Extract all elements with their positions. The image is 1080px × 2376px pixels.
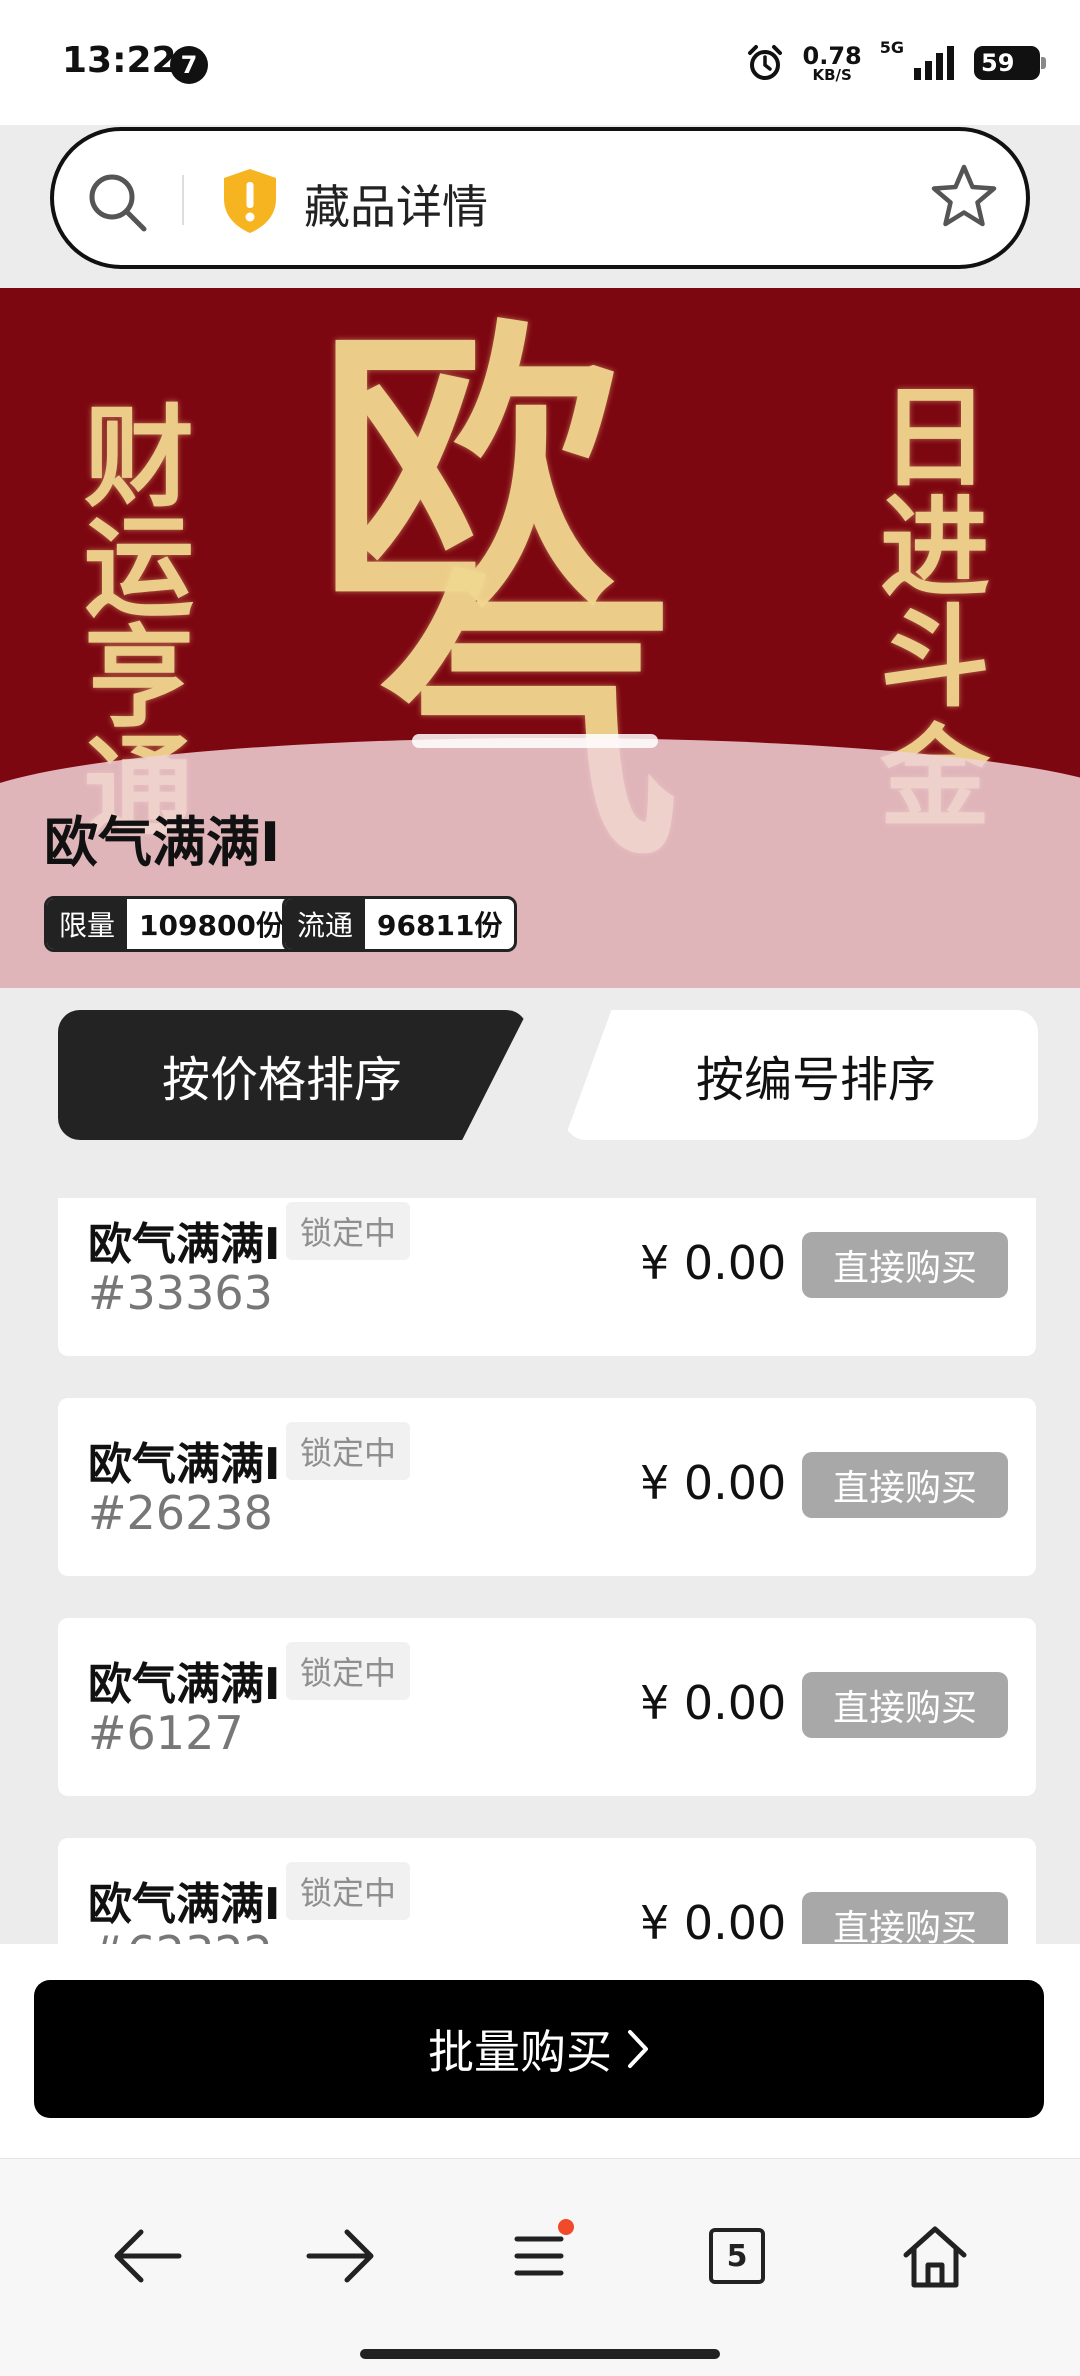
browser-nav-bar: 5 bbox=[0, 2158, 1080, 2376]
search-icon[interactable] bbox=[84, 169, 150, 235]
listing-serial: #6127 bbox=[88, 1706, 244, 1760]
tabs-icon: 5 bbox=[709, 2228, 765, 2284]
circulation-badge: 流通 96811份 bbox=[282, 896, 518, 952]
back-arrow-icon bbox=[114, 2229, 182, 2283]
circulation-label: 流通 bbox=[285, 899, 366, 949]
forward-button[interactable] bbox=[296, 2211, 386, 2301]
chevron-right-icon bbox=[628, 2030, 648, 2068]
page-title: 藏品详情 bbox=[304, 180, 488, 234]
signal-icon bbox=[914, 46, 954, 80]
status-badge: 锁定中 bbox=[286, 1642, 411, 1700]
listing-price: ¥ 0.00 bbox=[640, 1676, 787, 1730]
buy-now-button[interactable]: 直接购买 bbox=[802, 1672, 1008, 1738]
listing-serial: #62322 bbox=[88, 1926, 273, 1944]
buy-now-button[interactable]: 直接购买 bbox=[802, 1452, 1008, 1518]
listing-serial: #33363 bbox=[88, 1266, 273, 1320]
listing-list[interactable]: 欧气满满I 锁定中 #33363 ¥ 0.00 直接购买 欧气满满I 锁定中 #… bbox=[0, 1198, 1080, 1944]
notification-dot bbox=[558, 2219, 574, 2235]
home-button[interactable] bbox=[890, 2211, 980, 2301]
collectible-banner: 欧 气 财 运 亨 通 日 进 斗 金 欧气满满I 限量 109800份 流通 … bbox=[0, 288, 1080, 988]
list-item[interactable]: 欧气满满I 锁定中 #33363 ¥ 0.00 直接购买 bbox=[58, 1198, 1036, 1356]
star-icon[interactable] bbox=[928, 161, 1000, 233]
home-indicator bbox=[360, 2349, 720, 2359]
shield-warning-icon[interactable] bbox=[220, 167, 280, 235]
listing-name: 欧气满满I bbox=[88, 1879, 281, 1930]
status-badge: 锁定中 bbox=[286, 1862, 411, 1920]
list-item[interactable]: 欧气满满I 锁定中 #26238 ¥ 0.00 直接购买 bbox=[58, 1398, 1036, 1576]
limit-label: 限量 bbox=[47, 899, 128, 949]
circulation-value: 96811份 bbox=[377, 909, 503, 942]
drag-handle[interactable] bbox=[412, 734, 658, 748]
limit-badge: 限量 109800份 bbox=[44, 896, 299, 952]
list-item[interactable]: 欧气满满I 锁定中 #62322 ¥ 0.00 直接购买 bbox=[58, 1838, 1036, 1944]
list-item[interactable]: 欧气满满I 锁定中 #6127 ¥ 0.00 直接购买 bbox=[58, 1618, 1036, 1796]
battery-icon: 59 bbox=[974, 46, 1046, 80]
limit-value: 109800份 bbox=[139, 909, 284, 942]
buy-now-button[interactable]: 直接购买 bbox=[802, 1892, 1008, 1944]
status-bar: 13:22 7 0.78 KB/S 5G 59 bbox=[0, 0, 1080, 125]
listing-price: ¥ 0.00 bbox=[640, 1236, 787, 1290]
battery-level: 59 bbox=[981, 49, 1015, 77]
buy-now-button[interactable]: 直接购买 bbox=[802, 1232, 1008, 1298]
home-icon bbox=[903, 2226, 967, 2288]
listing-name: 欧气满满I bbox=[88, 1439, 281, 1490]
tabs-button[interactable]: 5 bbox=[692, 2211, 782, 2301]
address-bar[interactable]: 藏品详情 bbox=[50, 127, 1030, 269]
bulk-buy-label: 批量购买 bbox=[428, 2025, 612, 2079]
status-badge: 锁定中 bbox=[286, 1422, 411, 1480]
status-time: 13:22 bbox=[62, 40, 177, 81]
notification-badge: 7 bbox=[170, 46, 208, 84]
bulk-buy-panel: 批量购买 bbox=[0, 1944, 1080, 2158]
listing-name: 欧气满满I bbox=[88, 1659, 281, 1710]
forward-arrow-icon bbox=[306, 2229, 374, 2283]
listing-serial: #26238 bbox=[88, 1486, 273, 1540]
listing-name: 欧气满满I bbox=[88, 1219, 281, 1270]
menu-icon bbox=[514, 2236, 564, 2276]
status-indicators: 0.78 KB/S 5G 59 bbox=[745, 38, 1046, 88]
alarm-icon bbox=[747, 45, 782, 80]
network-type: 5G bbox=[879, 38, 904, 57]
tab-sort-by-price[interactable]: 按价格排序 bbox=[58, 1010, 528, 1140]
listing-price: ¥ 0.00 bbox=[640, 1896, 787, 1944]
net-speed-value: 0.78 bbox=[802, 41, 862, 70]
address-divider bbox=[182, 175, 184, 225]
tab-sort-by-number[interactable]: 按编号排序 bbox=[564, 1010, 1038, 1140]
status-badge: 锁定中 bbox=[286, 1202, 411, 1260]
net-speed-unit: KB/S bbox=[812, 65, 852, 84]
net-speed: 0.78 KB/S bbox=[803, 44, 862, 83]
menu-button[interactable] bbox=[494, 2211, 584, 2301]
back-button[interactable] bbox=[102, 2211, 192, 2301]
collectible-name: 欧气满满I bbox=[44, 811, 281, 874]
bulk-buy-button[interactable]: 批量购买 bbox=[34, 1980, 1044, 2118]
listing-price: ¥ 0.00 bbox=[640, 1456, 787, 1510]
